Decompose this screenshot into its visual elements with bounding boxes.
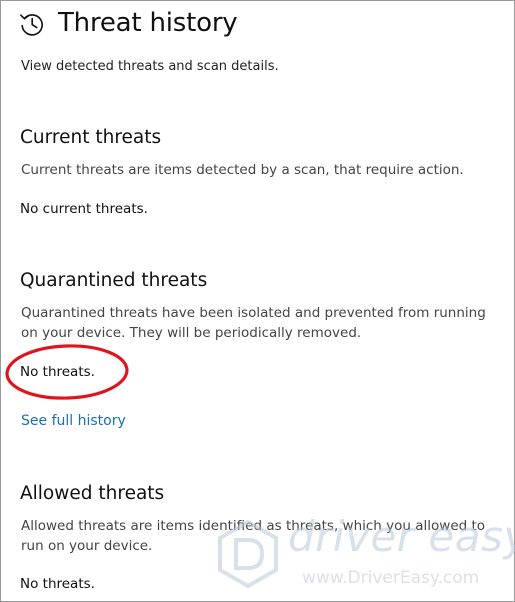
see-full-history-link[interactable]: See full history (21, 413, 126, 429)
quarantined-threats-heading: Quarantined threats (20, 270, 208, 291)
allowed-threats-status: No threats. (20, 576, 95, 592)
allowed-threats-description: Allowed threats are items identified as … (21, 518, 486, 554)
quarantined-threats-status: No threats. (20, 364, 95, 380)
watermark-url-text: www.DriverEasy.com (302, 568, 480, 588)
current-threats-status: No current threats. (20, 201, 148, 217)
page-title: Threat history (58, 8, 238, 38)
page-subtitle: View detected threats and scan details. (21, 59, 279, 74)
current-threats-description: Current threats are items detected by a … (21, 162, 464, 178)
quarantined-threats-description: Quarantined threats have been isolated a… (21, 305, 486, 341)
threat-history-page: Threat history View detected threats and… (0, 0, 515, 602)
current-threats-heading: Current threats (20, 127, 162, 148)
allowed-threats-heading: Allowed threats (20, 483, 165, 504)
history-clock-icon (20, 14, 43, 36)
